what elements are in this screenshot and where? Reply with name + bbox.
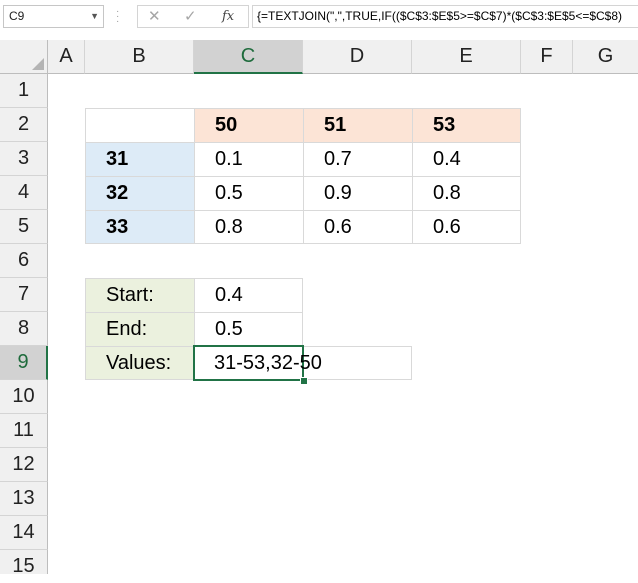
column-header-e[interactable]: E	[412, 40, 521, 74]
table-cell[interactable]: 0.5	[194, 176, 304, 211]
table-cell[interactable]: 0.8	[412, 176, 521, 211]
row-header-12[interactable]: 12	[0, 448, 48, 482]
table-row-label[interactable]: 32	[85, 176, 195, 211]
select-all-button[interactable]	[0, 40, 48, 74]
row-header-5[interactable]: 5	[0, 210, 48, 244]
table-row-label[interactable]: 33	[85, 210, 195, 244]
row-header-10[interactable]: 10	[0, 380, 48, 414]
table-cell[interactable]: 0.6	[303, 210, 413, 244]
table-cell[interactable]: 0.1	[194, 142, 304, 177]
column-header-d[interactable]: D	[303, 40, 412, 74]
table-cell[interactable]: 0.8	[194, 210, 304, 244]
cancel-icon[interactable]: ✕	[148, 8, 161, 25]
drag-handle-icon[interactable]: · · ·	[116, 7, 120, 27]
insert-function-icon[interactable]: fx	[222, 8, 234, 25]
row-header-14[interactable]: 14	[0, 516, 48, 550]
column-header-a[interactable]: A	[48, 40, 85, 74]
values-label[interactable]: Values:	[85, 346, 195, 380]
formula-bar: C9 ▼ · · · ✕ ✓ fx {=TEXTJOIN(",",TRUE,IF((…	[0, 0, 638, 34]
table-cell[interactable]: 0.9	[303, 176, 413, 211]
row-header-13[interactable]: 13	[0, 482, 48, 516]
column-header-g[interactable]: G	[573, 40, 638, 74]
row-header-4[interactable]: 4	[0, 176, 48, 210]
values-result-cell[interactable]: 31-53,32-50	[193, 345, 322, 381]
end-label[interactable]: End:	[85, 312, 195, 347]
table-cell[interactable]: 0.7	[303, 142, 413, 177]
row-header-1[interactable]: 1	[0, 74, 48, 108]
table-row-label[interactable]: 31	[85, 142, 195, 177]
chevron-down-icon[interactable]: ▼	[90, 6, 99, 27]
formula-buttons: ✕ ✓ fx	[137, 5, 249, 28]
table-header-cell[interactable]: 50	[194, 108, 304, 143]
end-value-cell[interactable]: 0.5	[194, 312, 303, 347]
row-header-2[interactable]: 2	[0, 108, 48, 142]
column-header-c[interactable]: C	[194, 40, 303, 74]
column-header-b[interactable]: B	[85, 40, 194, 74]
row-header-9[interactable]: 9	[0, 346, 48, 380]
name-box-value: C9	[9, 9, 25, 23]
column-header-f[interactable]: F	[521, 40, 573, 74]
name-box[interactable]: C9 ▼	[3, 5, 104, 28]
row-header-11[interactable]: 11	[0, 414, 48, 448]
formula-input[interactable]: {=TEXTJOIN(",",TRUE,IF(($C$3:$E$5>=$C$7)…	[252, 5, 638, 28]
table-cell[interactable]: 0.6	[412, 210, 521, 244]
table-cell[interactable]: 0.4	[412, 142, 521, 177]
fill-handle[interactable]	[300, 377, 308, 385]
start-label[interactable]: Start:	[85, 278, 195, 313]
row-header-3[interactable]: 3	[0, 142, 48, 176]
table-corner-cell[interactable]	[85, 108, 195, 143]
table-header-cell[interactable]: 51	[303, 108, 413, 143]
row-header-6[interactable]: 6	[0, 244, 48, 278]
enter-icon[interactable]: ✓	[184, 8, 197, 25]
select-all-icon	[32, 58, 44, 70]
row-header-8[interactable]: 8	[0, 312, 48, 346]
start-value-cell[interactable]: 0.4	[194, 278, 303, 313]
row-header-15[interactable]: 15	[0, 550, 48, 577]
table-header-cell[interactable]: 53	[412, 108, 521, 143]
row-header-7[interactable]: 7	[0, 278, 48, 312]
